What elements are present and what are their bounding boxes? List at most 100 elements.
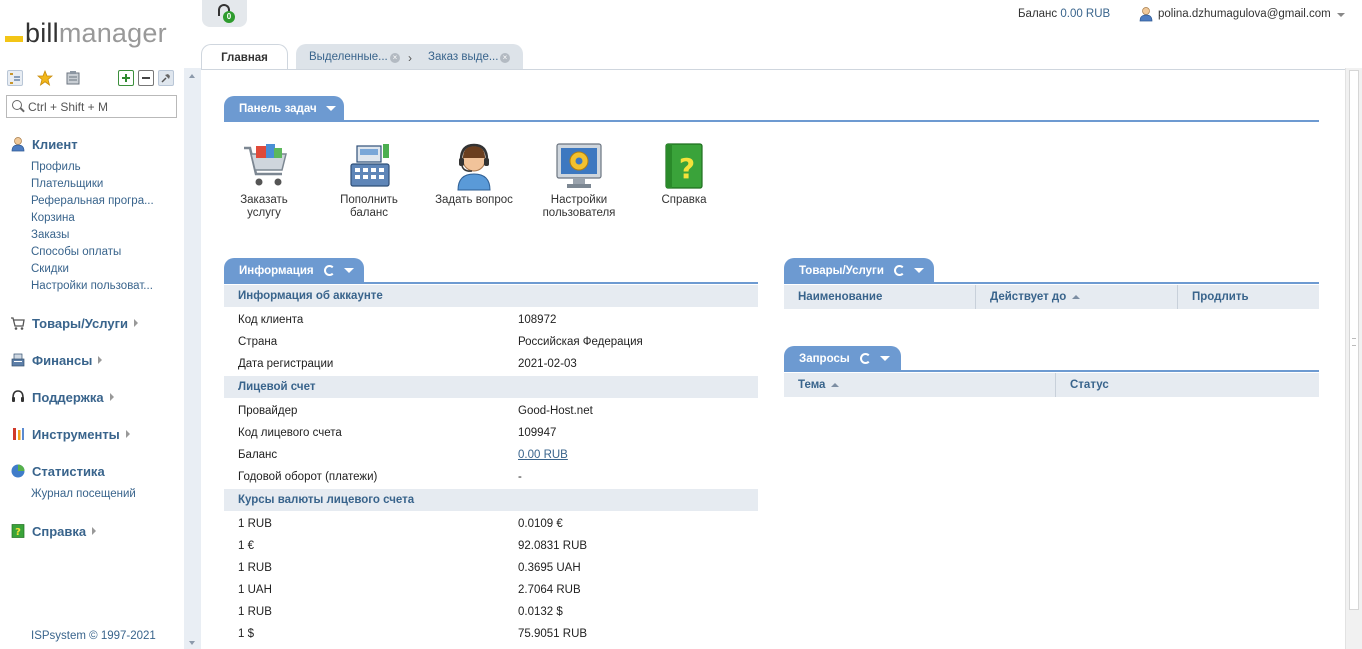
tree-view-icon[interactable] — [7, 70, 23, 86]
col-status[interactable]: Статус — [1056, 373, 1319, 397]
help-book-icon: ? — [658, 140, 710, 192]
sidebar-item-visit-log[interactable]: Журнал посещений — [31, 488, 136, 500]
sidebar-group-stats-label: Статистика — [32, 463, 105, 479]
chevron-down-icon[interactable] — [913, 268, 924, 273]
chevron-down-icon — [1336, 13, 1345, 17]
goods-panel-title: Товары/Услуги — [799, 264, 884, 277]
rate-to: 0.3695 UAH — [518, 562, 581, 574]
ask-question-action[interactable]: Задать вопрос — [429, 140, 519, 207]
top-up-balance-action[interactable]: Пополнить баланс — [324, 140, 414, 220]
col-status-label: Статус — [1070, 379, 1109, 391]
info-row-turnover: Годовой оборот (платежи) - — [224, 466, 758, 488]
scroll-down-icon[interactable] — [189, 641, 195, 645]
pin-icon[interactable] — [158, 70, 174, 86]
rate-from: 1 € — [238, 540, 254, 552]
chevron-down-icon[interactable] — [325, 106, 336, 111]
sidebar-group-help[interactable]: ? Справка — [10, 522, 97, 540]
requests-panel-header[interactable]: Запросы — [784, 346, 901, 371]
info-label: Страна — [238, 336, 278, 348]
chevron-right-icon — [134, 319, 138, 327]
help-action[interactable]: ? Справка — [639, 140, 729, 207]
taskbar-panel-header[interactable]: Панель задач — [224, 96, 344, 121]
menu-search-input[interactable] — [28, 99, 173, 114]
user-settings-action[interactable]: Настройки пользователя — [534, 140, 624, 220]
logo[interactable]: billmanager — [5, 16, 167, 50]
sidebar-group-client-label: Клиент — [32, 136, 78, 152]
tab-main-label: Главная — [221, 51, 268, 64]
sidebar-item-payers[interactable]: Плательщики — [31, 178, 103, 190]
chevron-right-icon — [92, 527, 97, 535]
rate-row: 1 RUB 0.3695 UAH — [224, 557, 758, 579]
sidebar-item-discounts[interactable]: Скидки — [31, 263, 69, 275]
balance-link[interactable]: 0.00 RUB — [518, 444, 568, 466]
col-renew[interactable]: Продлить — [1178, 285, 1319, 309]
sidebar-scrollbar[interactable] — [184, 68, 201, 649]
col-name[interactable]: Наименование — [784, 285, 976, 309]
taskbar-underline — [224, 120, 1319, 122]
clipboard-icon[interactable] — [65, 70, 81, 86]
col-valid-until[interactable]: Действует до — [976, 285, 1178, 309]
order-service-action[interactable]: Заказать услугу — [219, 140, 309, 220]
ask-question-label: Задать вопрос — [435, 194, 513, 206]
sidebar-group-support[interactable]: Поддержка — [10, 388, 114, 406]
sidebar-group-tools-label: Инструменты — [32, 426, 120, 442]
tab-main[interactable]: Главная — [201, 44, 288, 70]
support-notifications-button[interactable]: 0 — [202, 0, 247, 27]
cart-small-icon — [10, 315, 26, 331]
info-row-client-id: Код клиента 108972 — [224, 309, 758, 331]
logo-text-manager: manager — [58, 17, 167, 48]
client-user-icon — [10, 136, 26, 152]
tab-dedicated[interactable]: Выделенные... — [309, 51, 388, 63]
sort-asc-icon — [1072, 294, 1081, 299]
info-row-reg-date: Дата регистрации 2021-02-03 — [224, 353, 758, 375]
info-value: 108972 — [518, 314, 557, 326]
close-icon[interactable]: × — [390, 53, 400, 63]
favorites-star-icon[interactable] — [36, 69, 54, 86]
sidebar: Клиент Профиль Плательщики Реферальная п… — [0, 62, 184, 649]
goods-panel-header[interactable]: Товары/Услуги — [784, 258, 934, 283]
sidebar-group-client[interactable]: Клиент — [10, 135, 78, 153]
col-topic-label: Тема — [798, 379, 826, 391]
collapse-all-icon[interactable] — [138, 70, 154, 86]
rate-row: 1 $ 75.9051 RUB — [224, 623, 758, 645]
sidebar-group-goods-label: Товары/Услуги — [32, 315, 128, 331]
help-small-icon: ? — [10, 523, 26, 539]
tab-order-dedicated[interactable]: Заказ выде... — [428, 51, 498, 63]
sidebar-item-payment-methods[interactable]: Способы оплаты — [31, 246, 121, 258]
close-icon[interactable]: × — [500, 53, 510, 63]
user-menu[interactable]: polina.dzhumagulova@gmail.com — [1139, 6, 1345, 22]
rate-row: 1 RUB 0.0109 € — [224, 513, 758, 535]
rate-row: 1 € 92.0831 RUB — [224, 535, 758, 557]
ledger-section: Лицевой счет — [224, 376, 758, 398]
info-panel-header[interactable]: Информация — [224, 258, 364, 283]
rate-from: 1 $ — [238, 628, 254, 640]
refresh-icon[interactable] — [893, 265, 905, 276]
menu-search[interactable] — [6, 95, 177, 118]
balance-amount[interactable]: 0.00 RUB — [1060, 8, 1110, 20]
content-scrollbar[interactable] — [1345, 68, 1362, 649]
chevron-down-icon[interactable] — [879, 356, 890, 361]
sidebar-group-tools[interactable]: Инструменты — [10, 425, 130, 443]
sidebar-item-profile[interactable]: Профиль — [31, 161, 81, 173]
col-topic[interactable]: Тема — [784, 373, 1056, 397]
info-label: Годовой оборот (платежи) — [238, 471, 378, 483]
sidebar-item-cart[interactable]: Корзина — [31, 212, 75, 224]
expand-all-icon[interactable] — [118, 70, 134, 86]
sidebar-toolbar — [7, 68, 177, 88]
sidebar-group-finance[interactable]: Финансы — [10, 351, 103, 369]
sidebar-item-orders[interactable]: Заказы — [31, 229, 69, 241]
goods-table-header: Наименование Действует до Продлить — [784, 285, 1319, 309]
chevron-right-icon — [109, 393, 114, 401]
scroll-up-icon[interactable] — [189, 74, 195, 78]
info-label: Баланс — [238, 449, 278, 461]
sidebar-group-goods[interactable]: Товары/Услуги — [10, 314, 138, 332]
sidebar-group-stats[interactable]: Статистика — [10, 462, 105, 480]
rate-to: 75.9051 RUB — [518, 628, 588, 640]
refresh-icon[interactable] — [859, 353, 871, 364]
refresh-icon[interactable] — [323, 265, 335, 276]
sidebar-item-referral[interactable]: Реферальная програ... — [31, 195, 154, 207]
sidebar-item-user-settings[interactable]: Настройки пользоват... — [31, 280, 153, 292]
chevron-down-icon[interactable] — [343, 268, 354, 273]
cash-register-small-icon — [10, 352, 26, 368]
info-label: Код клиента — [238, 314, 304, 326]
